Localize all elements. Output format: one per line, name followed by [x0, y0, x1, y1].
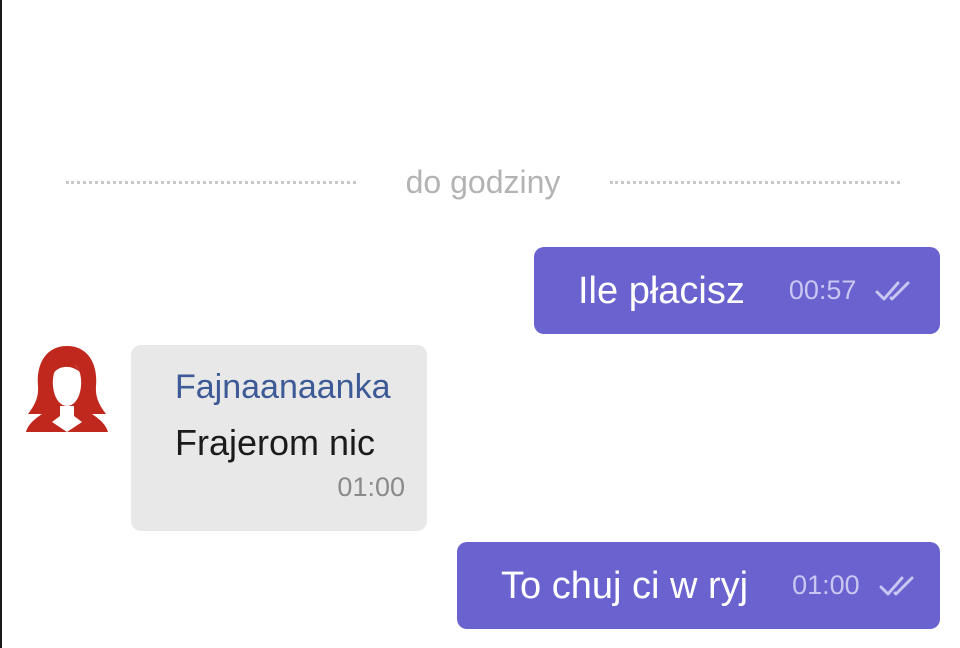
double-check-icon	[878, 574, 918, 598]
date-divider-label: do godziny	[405, 164, 561, 200]
message-time: 00:57	[788, 275, 857, 305]
date-divider: do godziny	[66, 160, 900, 204]
message-time: 01:00	[337, 472, 405, 502]
message-text: Ile płacisz	[578, 269, 745, 312]
chat-screen: do godziny Ile płacisz 00:57 Fajnaanaank…	[0, 0, 960, 648]
divider-line-left	[66, 180, 356, 184]
divider-line-right	[610, 180, 900, 184]
red-hair-woman-avatar-icon	[26, 346, 108, 432]
message-text: To chuj ci w ryj	[501, 564, 749, 607]
outgoing-message-bubble[interactable]: To chuj ci w ryj 01:00	[457, 542, 940, 629]
message-time: 01:00	[792, 570, 860, 600]
sender-avatar[interactable]	[22, 344, 112, 434]
outgoing-message-bubble[interactable]: Ile płacisz 00:57	[534, 247, 940, 334]
message-text: Frajerom nic	[175, 422, 376, 463]
sender-name[interactable]: Fajnaanaanka	[175, 365, 405, 409]
double-check-icon	[874, 279, 914, 303]
incoming-message-bubble[interactable]: Fajnaanaanka Frajerom nic 01:00	[131, 345, 427, 531]
